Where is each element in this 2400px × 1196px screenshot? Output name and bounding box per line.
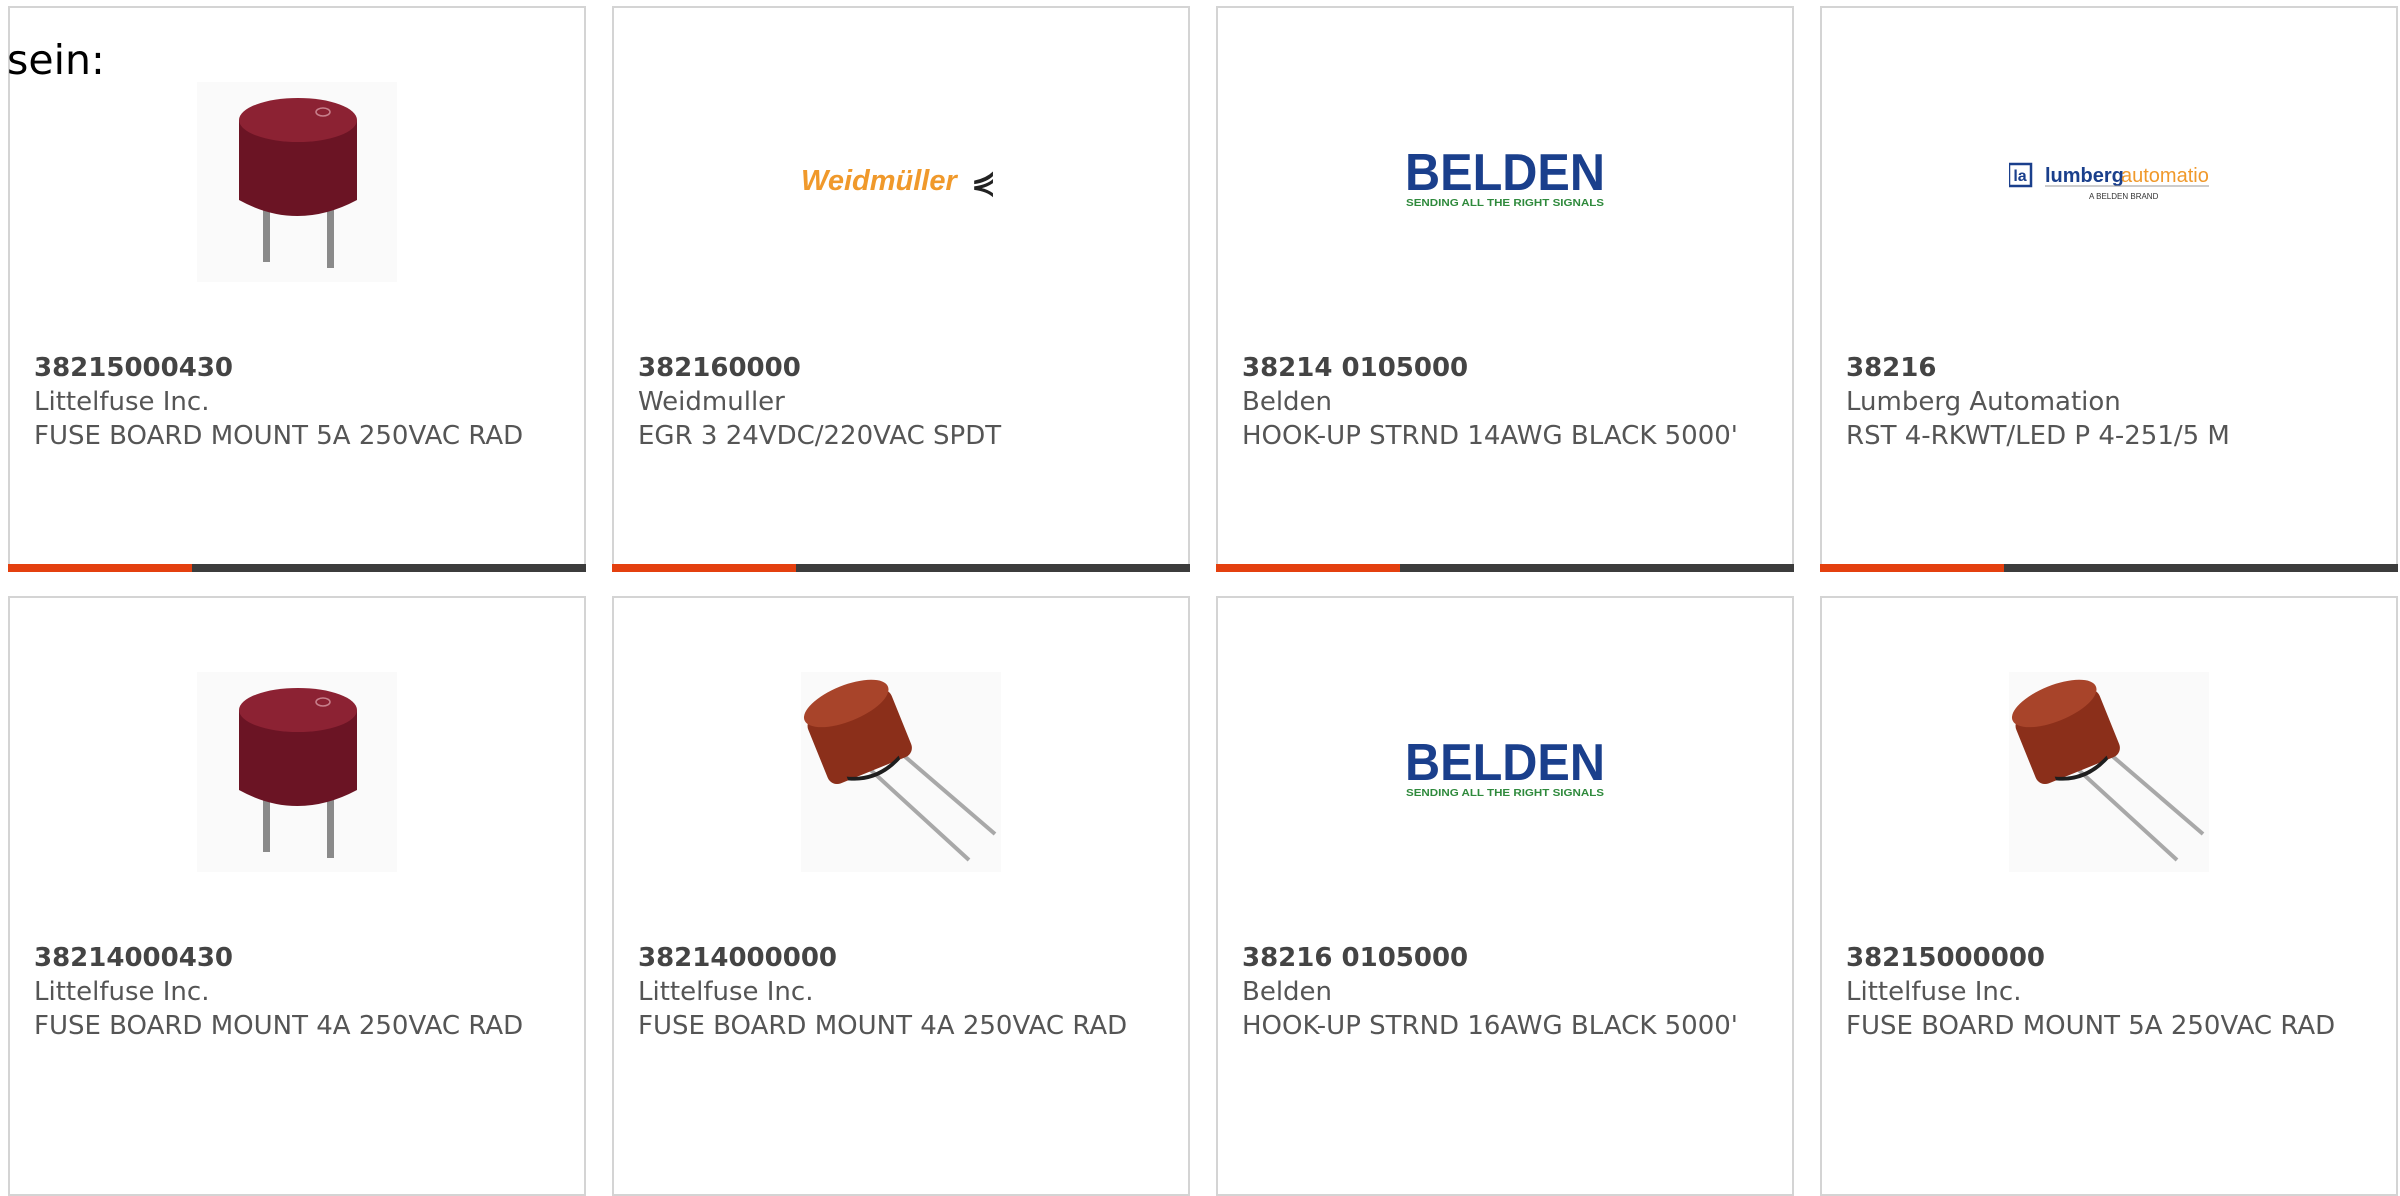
- product-card[interactable]: la lumberg automation A BELDEN BRAND 382…: [1820, 6, 2398, 572]
- svg-text:automation: automation: [2121, 165, 2209, 187]
- fuse-brown-angled-image: [2009, 672, 2209, 872]
- svg-text:A BELDEN BRAND: A BELDEN BRAND: [2089, 192, 2159, 201]
- part-number[interactable]: 382160000: [638, 351, 1164, 385]
- product-card[interactable]: BELDEN SENDING ALL THE RIGHT SIGNALS 382…: [1216, 596, 1794, 1196]
- lumberg-logo: la lumberg automation A BELDEN BRAND: [2009, 82, 2209, 282]
- product-card[interactable]: 38214000000 Littelfuse Inc. FUSE BOARD M…: [612, 596, 1190, 1196]
- description: FUSE BOARD MOUNT 5A 250VAC RAD: [1846, 1011, 2336, 1041]
- manufacturer: Littelfuse Inc.: [1846, 977, 2022, 1007]
- accent-segment: [1216, 564, 1400, 572]
- manufacturer: Lumberg Automation: [1846, 387, 2121, 417]
- svg-text:lumberg: lumberg: [2045, 165, 2124, 187]
- svg-text:BELDEN: BELDEN: [1405, 734, 1605, 792]
- product-card[interactable]: 38215000430 Littelfuse Inc. FUSE BOARD M…: [8, 6, 586, 572]
- card-bottom-bar: [8, 564, 586, 572]
- part-number[interactable]: 38216: [1846, 351, 2372, 385]
- accent-segment: [612, 564, 796, 572]
- accent-segment: [1820, 564, 2004, 572]
- card-bottom-bar: [612, 564, 1190, 572]
- accent-segment: [8, 564, 192, 572]
- description: HOOK-UP STRND 16AWG BLACK 5000': [1242, 1011, 1738, 1041]
- svg-text:SENDING ALL THE RIGHT SIGNALS: SENDING ALL THE RIGHT SIGNALS: [1406, 198, 1604, 209]
- manufacturer: Belden: [1242, 977, 1333, 1007]
- fuse-brown-angled-image: [801, 672, 1001, 872]
- svg-text:la: la: [2013, 168, 2026, 185]
- weidmuller-logo: Weidmüller ⋞: [801, 82, 1001, 282]
- card-bottom-bar: [1216, 564, 1794, 572]
- product-card[interactable]: BELDEN SENDING ALL THE RIGHT SIGNALS 382…: [1216, 6, 1794, 572]
- manufacturer: Littelfuse Inc.: [34, 977, 210, 1007]
- belden-logo: BELDEN SENDING ALL THE RIGHT SIGNALS: [1405, 672, 1605, 872]
- fuse-red-radial-image: [197, 82, 397, 282]
- intro-text: sein:: [7, 36, 105, 84]
- svg-text:⋞: ⋞: [971, 165, 996, 200]
- product-card[interactable]: 38215000000 Littelfuse Inc. FUSE BOARD M…: [1820, 596, 2398, 1196]
- description: FUSE BOARD MOUNT 4A 250VAC RAD: [638, 1011, 1128, 1041]
- manufacturer: Weidmuller: [638, 387, 785, 417]
- card-bottom-bar: [1820, 564, 2398, 572]
- part-number[interactable]: 38214000000: [638, 941, 1164, 975]
- description: HOOK-UP STRND 14AWG BLACK 5000': [1242, 421, 1738, 451]
- manufacturer: Littelfuse Inc.: [34, 387, 210, 417]
- description: FUSE BOARD MOUNT 5A 250VAC RAD: [34, 421, 524, 451]
- product-card[interactable]: 38214000430 Littelfuse Inc. FUSE BOARD M…: [8, 596, 586, 1196]
- manufacturer: Belden: [1242, 387, 1333, 417]
- description: EGR 3 24VDC/220VAC SPDT: [638, 421, 1002, 451]
- svg-text:SENDING ALL THE RIGHT SIGNALS: SENDING ALL THE RIGHT SIGNALS: [1406, 788, 1604, 799]
- description: RST 4-RKWT/LED P 4-251/5 M: [1846, 421, 2230, 451]
- manufacturer: Littelfuse Inc.: [638, 977, 814, 1007]
- belden-logo: BELDEN SENDING ALL THE RIGHT SIGNALS: [1405, 82, 1605, 282]
- part-number[interactable]: 38214000430: [34, 941, 560, 975]
- product-card[interactable]: Weidmüller ⋞ 382160000 Weidmuller EGR 3 …: [612, 6, 1190, 572]
- svg-text:BELDEN: BELDEN: [1405, 144, 1605, 202]
- svg-text:Weidmüller: Weidmüller: [801, 165, 958, 197]
- part-number[interactable]: 38215000000: [1846, 941, 2372, 975]
- description: FUSE BOARD MOUNT 4A 250VAC RAD: [34, 1011, 524, 1041]
- part-number[interactable]: 38215000430: [34, 351, 560, 385]
- fuse-red-radial-image: [197, 672, 397, 872]
- part-number[interactable]: 38216 0105000: [1242, 941, 1768, 975]
- part-number[interactable]: 38214 0105000: [1242, 351, 1768, 385]
